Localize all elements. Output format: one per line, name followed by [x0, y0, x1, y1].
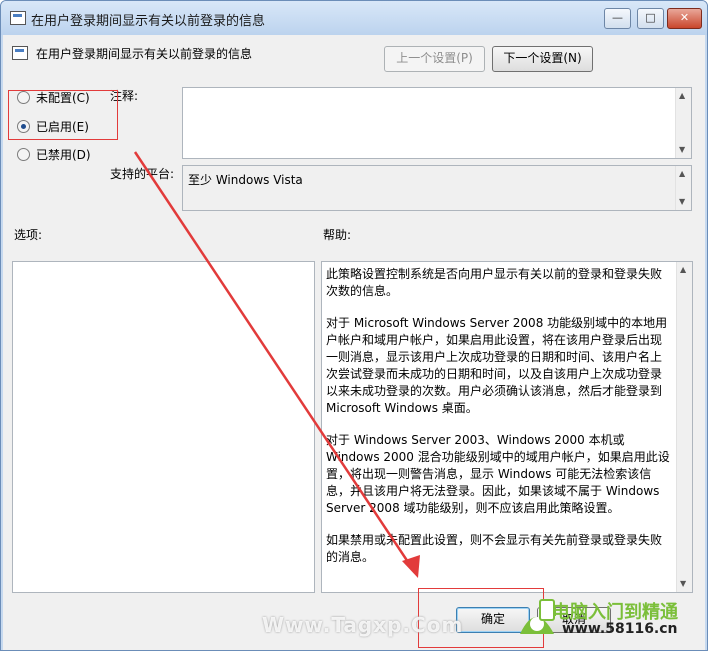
- watermark-site: www.58116.cn: [562, 621, 678, 637]
- arrow-line: [133, 151, 414, 569]
- annotation-arrow: [133, 151, 420, 578]
- watermark-left: Www.Tagxp.Com: [262, 613, 464, 637]
